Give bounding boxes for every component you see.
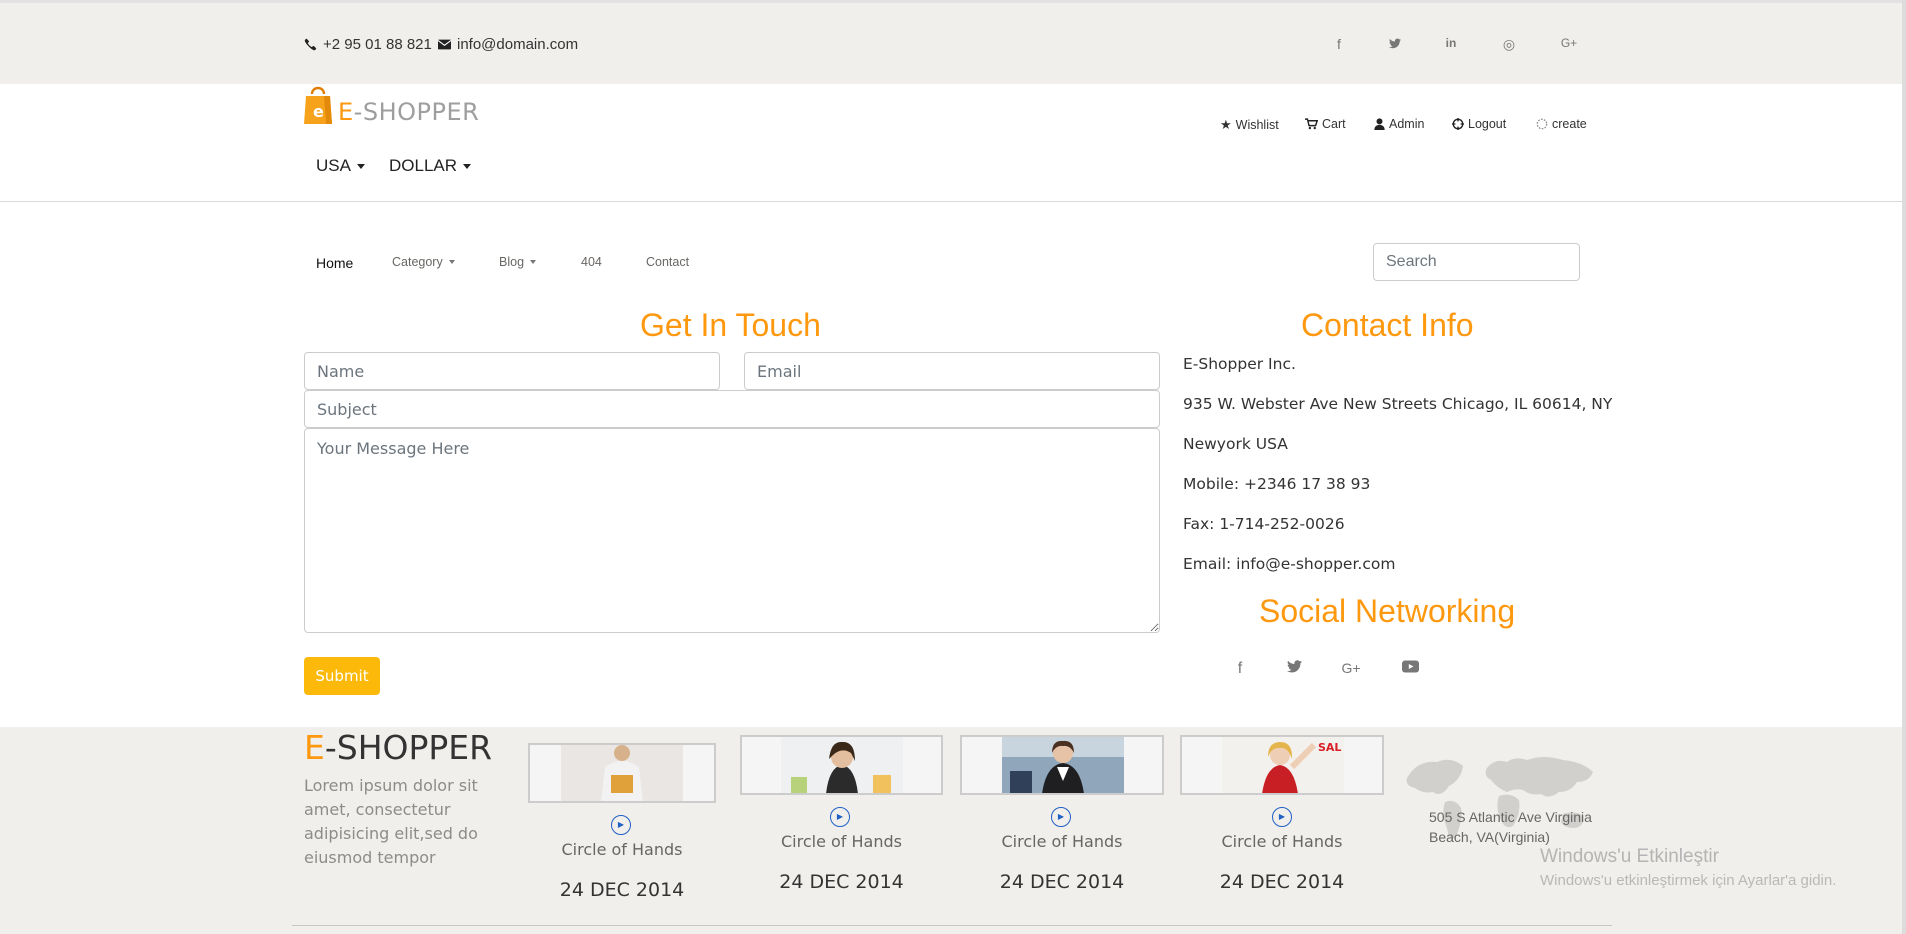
create-link[interactable]: create xyxy=(1536,117,1587,131)
video-image xyxy=(1002,737,1124,793)
wishlist-link[interactable]: ★ Wishlist xyxy=(1220,117,1279,133)
admin-link[interactable]: Admin xyxy=(1374,117,1424,131)
video-image: SAL xyxy=(1222,737,1344,793)
subject-field[interactable] xyxy=(304,390,1160,428)
video-image xyxy=(561,745,683,801)
info-city: Newyork USA xyxy=(1183,435,1288,453)
caret-down-icon xyxy=(463,163,472,169)
country-label: USA xyxy=(316,156,351,175)
logo-rest: -SHOPPER xyxy=(353,98,480,126)
email-address: info@domain.com xyxy=(457,36,579,53)
header xyxy=(0,84,1906,202)
search-input[interactable] xyxy=(1373,243,1580,281)
footer-logo: E-SHOPPER xyxy=(304,728,492,767)
youtube-icon[interactable] xyxy=(1398,660,1422,678)
facebook-icon[interactable]: f xyxy=(1228,660,1252,678)
footer-logo-rest: -SHOPPER xyxy=(324,728,493,767)
caret-down-icon xyxy=(448,260,455,264)
video-caption: Circle of Hands xyxy=(1221,832,1343,851)
shopping-bag-logo-icon[interactable]: e xyxy=(304,84,332,124)
facebook-icon[interactable]: f xyxy=(1328,36,1350,52)
top-bar xyxy=(0,0,1906,84)
info-email: Email: info@e-shopper.com xyxy=(1183,555,1396,573)
play-icon[interactable]: ▶ xyxy=(1272,807,1292,827)
video-caption: Circle of Hands xyxy=(781,832,902,851)
cart-label: Cart xyxy=(1322,117,1346,131)
video-date: 24 DEC 2014 xyxy=(779,871,904,893)
spinner-icon xyxy=(1536,118,1548,130)
name-field[interactable] xyxy=(304,352,720,390)
nav-404[interactable]: 404 xyxy=(581,255,602,269)
svg-text:e: e xyxy=(313,102,324,121)
svg-text:SAL: SAL xyxy=(1318,741,1341,754)
video-thumbnail[interactable] xyxy=(740,735,943,795)
nav-blog-label: Blog xyxy=(499,255,525,269)
phone-contact: +2 95 01 88 821 xyxy=(304,36,432,53)
footer-description: Lorem ipsum dolor sit amet, consectetur … xyxy=(304,776,478,867)
footer-divider xyxy=(292,925,1612,926)
email-field[interactable] xyxy=(744,352,1160,390)
nav-category-label: Category xyxy=(392,255,443,269)
cart-icon xyxy=(1305,118,1318,130)
vertical-scrollbar[interactable] xyxy=(1902,0,1906,934)
play-icon[interactable]: ▶ xyxy=(1051,807,1071,827)
info-mobile: Mobile: +2346 17 38 93 xyxy=(1183,475,1371,493)
currency-label: DOLLAR xyxy=(389,156,458,175)
video-thumbnail[interactable] xyxy=(960,735,1164,795)
play-icon[interactable]: ▶ xyxy=(830,807,850,827)
footer xyxy=(0,727,1906,934)
cart-link[interactable]: Cart xyxy=(1305,117,1346,131)
logo-wordmark[interactable]: E-SHOPPER xyxy=(338,98,479,126)
info-address: 935 W. Webster Ave New Streets Chicago, … xyxy=(1183,395,1613,413)
video-image xyxy=(781,737,903,793)
nav-category[interactable]: Category xyxy=(392,255,455,269)
linkedin-icon[interactable]: in xyxy=(1440,36,1462,50)
wishlist-label: Wishlist xyxy=(1235,118,1279,132)
footer-address: 505 S Atlantic Ave Virginia Beach, VA(Vi… xyxy=(1429,809,1592,845)
twitter-icon[interactable] xyxy=(1282,660,1306,678)
phone-number: +2 95 01 88 821 xyxy=(323,36,432,53)
video-caption: Circle of Hands xyxy=(1001,832,1123,851)
twitter-icon[interactable] xyxy=(1384,38,1406,52)
video-caption: Circle of Hands xyxy=(561,840,683,859)
contact-info-title: Contact Info xyxy=(1301,307,1474,343)
google-plus-icon[interactable]: G+ xyxy=(1558,36,1580,50)
dribbble-icon[interactable]: ◎ xyxy=(1498,36,1520,53)
create-label: create xyxy=(1552,117,1587,131)
footer-logo-accent: E xyxy=(304,728,325,767)
logo-accent: E xyxy=(338,98,354,126)
video-date: 24 DEC 2014 xyxy=(999,871,1125,893)
currency-dropdown[interactable]: DOLLAR xyxy=(389,156,472,176)
get-in-touch-title: Get In Touch xyxy=(640,307,821,343)
caret-down-icon xyxy=(530,260,537,264)
video-date: 24 DEC 2014 xyxy=(559,879,685,901)
video-date: 24 DEC 2014 xyxy=(1219,871,1345,893)
info-company: E-Shopper Inc. xyxy=(1183,355,1296,373)
phone-icon xyxy=(304,38,317,51)
google-plus-icon[interactable]: G+ xyxy=(1339,660,1363,676)
logout-link[interactable]: Logout xyxy=(1452,117,1506,131)
info-fax: Fax: 1-714-252-0026 xyxy=(1183,515,1345,533)
activation-watermark-title: Windows'u Etkinleştir xyxy=(1540,846,1719,867)
nav-home[interactable]: Home xyxy=(316,255,353,271)
logout-label: Logout xyxy=(1468,117,1507,131)
user-icon xyxy=(1374,118,1385,130)
caret-down-icon xyxy=(356,163,365,169)
submit-button[interactable]: Submit xyxy=(304,657,380,695)
star-icon: ★ xyxy=(1220,117,1232,132)
nav-blog[interactable]: Blog xyxy=(499,255,537,269)
email-contact: info@domain.com xyxy=(438,36,578,53)
admin-label: Admin xyxy=(1389,117,1425,131)
social-networking-title: Social Networking xyxy=(1259,593,1516,629)
play-icon[interactable]: ▶ xyxy=(611,815,631,835)
crosshair-icon xyxy=(1452,118,1464,130)
envelope-icon xyxy=(438,39,451,50)
video-thumbnail[interactable]: SAL xyxy=(1180,735,1384,795)
message-field[interactable] xyxy=(304,428,1160,633)
video-thumbnail[interactable] xyxy=(528,743,716,803)
nav-contact[interactable]: Contact xyxy=(646,255,689,269)
activation-watermark-subtitle: Windows'u etkinleştirmek için Ayarlar'a … xyxy=(1540,872,1837,889)
country-dropdown[interactable]: USA xyxy=(316,156,365,176)
